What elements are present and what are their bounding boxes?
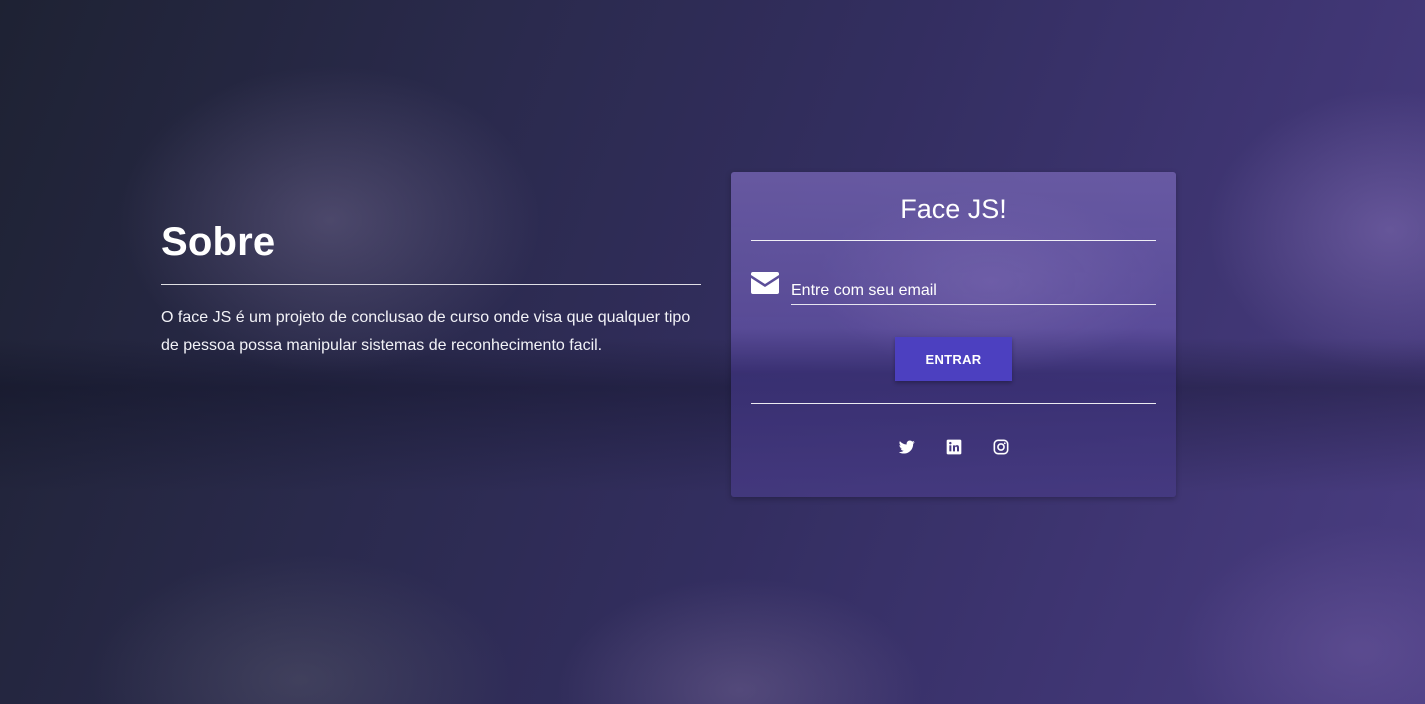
twitter-icon[interactable]: [898, 439, 915, 455]
instagram-icon[interactable]: [993, 439, 1009, 455]
social-links: [751, 439, 1156, 455]
email-row: [751, 271, 1156, 307]
submit-wrap: ENTRAR: [751, 337, 1156, 381]
email-input[interactable]: [791, 271, 1156, 305]
login-card: Face JS! ENTRAR: [731, 172, 1176, 497]
entrar-button[interactable]: ENTRAR: [895, 337, 1012, 381]
login-card-title: Face JS!: [900, 194, 1007, 224]
about-title: Sobre: [161, 220, 276, 264]
card-bottom-divider: [751, 403, 1156, 404]
about-section: Sobre O face JS é um projeto de conclusa…: [161, 218, 701, 360]
linkedin-icon[interactable]: [946, 439, 962, 455]
card-top-divider: [751, 240, 1156, 241]
about-divider: [161, 284, 701, 285]
envelope-icon: [751, 272, 779, 294]
about-description: O face JS é um projeto de conclusao de c…: [161, 309, 691, 354]
